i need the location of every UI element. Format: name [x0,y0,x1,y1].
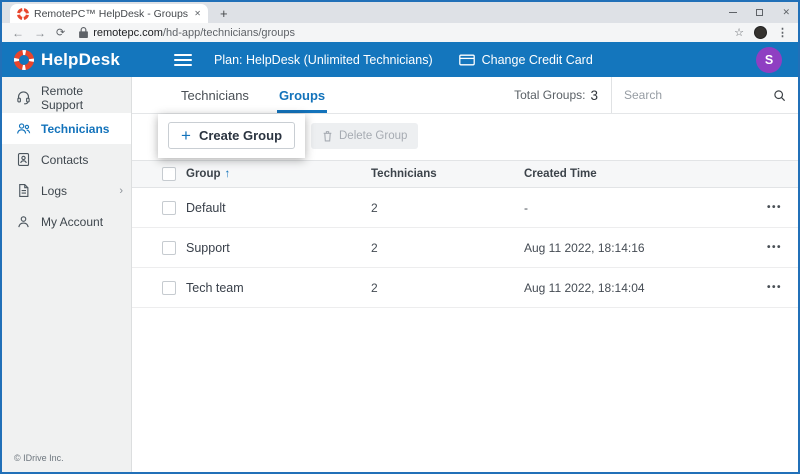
create-group-button[interactable]: Create Group [168,122,295,149]
delete-group-label: Delete Group [339,130,407,142]
row-actions-menu-icon[interactable] [752,202,782,213]
reload-icon[interactable] [56,26,65,39]
browser-tab[interactable]: RemotePC™ HelpDesk - Groups [10,4,208,23]
search-icon[interactable] [773,89,786,102]
column-header-technicians[interactable]: Technicians [371,168,524,180]
account-icon [16,214,31,229]
close-window-icon[interactable] [782,7,790,18]
app-header: HelpDesk Plan: HelpDesk (Unlimited Techn… [2,42,798,77]
plus-icon [181,127,191,144]
total-groups-label: Total Groups: [514,88,585,102]
table-row[interactable]: Default 2 - [132,188,798,228]
content-header: Technicians Groups Total Groups: 3 [132,77,798,114]
padlock-icon [79,27,88,38]
sort-ascending-icon [225,168,231,180]
browser-tabstrip: RemotePC™ HelpDesk - Groups [2,2,798,23]
logs-icon [16,183,31,198]
browser-window: RemotePC™ HelpDesk - Groups remotepc.com… [0,0,800,474]
create-group-popup: Create Group [158,114,305,158]
group-name-cell: Tech team [186,281,371,295]
column-header-group[interactable]: Group [186,168,371,180]
headset-icon [16,90,31,105]
group-toolbar: Create Group Delete Group [132,114,798,160]
table-row[interactable]: Support 2 Aug 11 2022, 18:14:16 [132,228,798,268]
column-header-created-time[interactable]: Created Time [524,168,752,180]
browser-menu-icon[interactable] [777,26,788,39]
sidebar-item-contacts[interactable]: Contacts [2,144,131,175]
created-time-cell: Aug 11 2022, 18:14:04 [524,281,752,295]
main-content: Technicians Groups Total Groups: 3 [132,77,798,472]
sidebar-item-label: My Account [41,215,103,229]
copyright-label: © IDrive Inc. [14,453,64,463]
row-actions-menu-icon[interactable] [752,282,782,293]
address-bar[interactable]: remotepc.com/hd-app/technicians/groups [75,27,724,39]
change-credit-card-label: Change Credit Card [482,53,593,67]
url-path: /hd-app/technicians/groups [163,27,295,39]
brand-name: HelpDesk [41,50,120,70]
technicians-count-cell: 2 [371,281,524,295]
total-groups-value: 3 [590,88,598,103]
back-icon[interactable] [12,27,24,39]
search-input[interactable] [624,88,765,102]
forward-icon[interactable] [34,27,46,39]
row-checkbox[interactable] [162,281,176,295]
technicians-count-cell: 2 [371,201,524,215]
search-box [611,77,798,113]
delete-group-button[interactable]: Delete Group [311,123,418,149]
sidebar-item-label: Technicians [41,122,109,136]
sidebar-item-label: Logs [41,184,67,198]
url-domain: remotepc.com [93,27,163,39]
group-name-cell: Default [186,201,371,215]
created-time-cell: Aug 11 2022, 18:14:16 [524,241,752,255]
sidebar-item-remote-support[interactable]: Remote Support [2,82,131,113]
tab-title: RemotePC™ HelpDesk - Groups [34,8,189,20]
hamburger-menu-icon[interactable] [174,54,192,66]
group-name-cell: Support [186,241,371,255]
sidebar-item-technicians[interactable]: Technicians [2,113,131,144]
sidebar-item-my-account[interactable]: My Account [2,206,131,237]
sidebar-item-label: Contacts [41,153,88,167]
new-tab-button[interactable] [220,7,228,20]
chevron-right-icon [119,185,123,197]
bookmark-star-icon[interactable] [734,26,744,39]
create-group-label: Create Group [199,128,282,143]
plan-label: Plan: HelpDesk (Unlimited Technicians) [214,53,433,67]
lifebuoy-favicon-icon [17,8,29,20]
credit-card-icon [459,54,475,66]
contacts-icon [16,152,31,167]
tab-bar: Technicians Groups [132,77,325,113]
sidebar: Remote Support Technicians Contacts Logs… [2,77,132,472]
technicians-count-cell: 2 [371,241,524,255]
maximize-icon[interactable] [756,9,763,16]
minimize-icon[interactable] [729,12,737,13]
browser-profile-avatar[interactable] [754,26,767,39]
sidebar-item-label: Remote Support [41,84,123,112]
trash-icon [322,130,333,142]
total-groups: Total Groups: 3 [514,77,611,113]
user-avatar[interactable]: S [756,47,782,73]
row-actions-menu-icon[interactable] [752,242,782,253]
table-header: Group Technicians Created Time [132,160,798,188]
created-time-cell: - [524,201,752,215]
technicians-icon [16,121,31,136]
helpdesk-logo[interactable]: HelpDesk [14,50,160,70]
tab-technicians[interactable]: Technicians [181,77,249,113]
change-credit-card-button[interactable]: Change Credit Card [459,53,593,67]
select-all-checkbox[interactable] [162,167,176,181]
sidebar-item-logs[interactable]: Logs [2,175,131,206]
row-checkbox[interactable] [162,201,176,215]
table-row[interactable]: Tech team 2 Aug 11 2022, 18:14:04 [132,268,798,308]
lifebuoy-logo-icon [14,50,34,70]
tab-close-icon[interactable] [194,9,201,18]
tab-groups[interactable]: Groups [279,77,325,113]
row-checkbox[interactable] [162,241,176,255]
browser-toolbar: remotepc.com/hd-app/technicians/groups [2,23,798,42]
